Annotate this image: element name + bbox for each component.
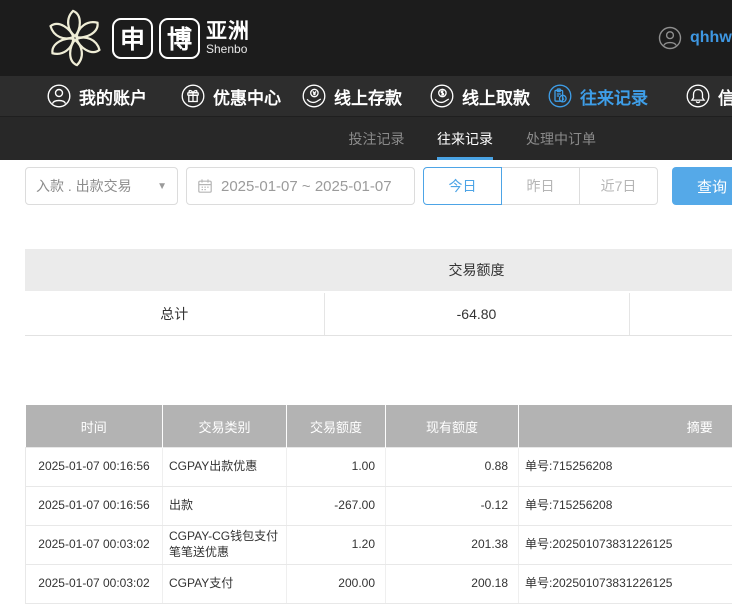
yesterday-button[interactable]: 昨日 bbox=[501, 167, 580, 205]
nav-label: 线上存款 bbox=[334, 84, 402, 109]
summary-header-empty bbox=[25, 249, 324, 292]
logo-subtitle: Shenbo bbox=[206, 43, 250, 56]
summary-table: 交易额度 总计 -64.80 bbox=[25, 249, 732, 336]
cell-type: CGPAY-CG钱包支付笔笔送优惠 bbox=[163, 526, 287, 565]
sub-tab-bar: 投注记录 往来记录 处理中订单 bbox=[0, 116, 732, 160]
logo-wordmark: 亚洲 Shenbo bbox=[206, 21, 250, 56]
logo[interactable]: 申 博 亚洲 Shenbo bbox=[44, 7, 250, 69]
table-row: 2025-01-07 00:03:02 CGPAY支付 200.00 200.1… bbox=[26, 565, 732, 604]
table-row: 2025-01-07 00:16:56 出款 -267.00 -0.12 单号:… bbox=[26, 487, 732, 526]
records-table: 时间 交易类别 交易额度 现有额度 摘要 2025-01-07 00:16:56… bbox=[25, 405, 732, 604]
nav-label: 线上取款 bbox=[462, 84, 530, 109]
cell-time: 2025-01-07 00:03:02 bbox=[26, 526, 163, 565]
logo-region-label: 亚洲 bbox=[206, 21, 250, 43]
active-tab-underline bbox=[437, 157, 493, 160]
cell-amount: -267.00 bbox=[287, 487, 386, 526]
cell-amount: 200.00 bbox=[287, 565, 386, 604]
tab-processing-orders[interactable]: 处理中订单 bbox=[525, 117, 597, 160]
cell-type: CGPAY支付 bbox=[163, 565, 287, 604]
chevron-down-icon: ▼ bbox=[157, 181, 167, 192]
summary-total-value: -64.80 bbox=[324, 292, 629, 336]
cell-summary: 单号:202501073831226125 bbox=[519, 565, 732, 604]
table-row: 2025-01-07 00:16:56 CGPAY出款优惠 1.00 0.88 … bbox=[26, 448, 732, 487]
nav-item-messages[interactable]: 信息 bbox=[686, 76, 732, 116]
logo-char-bo: 博 bbox=[159, 18, 200, 59]
tab-label: 往来记录 bbox=[437, 129, 493, 149]
search-button[interactable]: 查询 bbox=[672, 167, 732, 205]
user-avatar-icon bbox=[658, 26, 682, 50]
quick-range-button-group: 今日 昨日 近7日 bbox=[423, 167, 658, 205]
logo-flower-icon bbox=[44, 7, 106, 69]
nav-item-records[interactable]: 往来记录 bbox=[548, 76, 648, 116]
nav-item-withdraw[interactable]: 线上取款 bbox=[430, 76, 530, 116]
cell-balance: 201.38 bbox=[386, 526, 519, 565]
cell-type: CGPAY出款优惠 bbox=[163, 448, 287, 487]
main-nav: 我的账户 优惠中心 线上存款 bbox=[0, 76, 732, 116]
summary-header-amount: 交易额度 bbox=[324, 249, 629, 292]
col-time: 时间 bbox=[26, 405, 163, 448]
records-clipboard-icon bbox=[548, 84, 572, 108]
cell-time: 2025-01-07 00:03:02 bbox=[26, 565, 163, 604]
tab-betting-records[interactable]: 投注记录 bbox=[348, 117, 405, 160]
tab-transaction-records[interactable]: 往来记录 bbox=[437, 117, 493, 160]
nav-label: 往来记录 bbox=[580, 84, 648, 109]
logo-char-shen: 申 bbox=[112, 18, 153, 59]
last7days-button[interactable]: 近7日 bbox=[579, 167, 658, 205]
today-button[interactable]: 今日 bbox=[423, 167, 502, 205]
nav-label: 信息 bbox=[718, 84, 732, 109]
transaction-type-value: 入款 . 出款交易 bbox=[36, 176, 132, 196]
col-summary: 摘要 bbox=[519, 405, 732, 448]
transaction-records-page: 申 博 亚洲 Shenbo qhhw 我的账户 bbox=[0, 0, 732, 607]
bell-icon bbox=[686, 84, 710, 108]
transaction-type-select[interactable]: 入款 . 出款交易 ▼ bbox=[25, 167, 178, 205]
cell-type: 出款 bbox=[163, 487, 287, 526]
cell-time: 2025-01-07 00:16:56 bbox=[26, 487, 163, 526]
cell-summary: 单号:202501073831226125 bbox=[519, 526, 732, 565]
cell-balance: 0.88 bbox=[386, 448, 519, 487]
filter-row: 入款 . 出款交易 ▼ 2025-01-07 ~ 2025-01-07 今日 昨… bbox=[0, 167, 732, 205]
cell-time: 2025-01-07 00:16:56 bbox=[26, 448, 163, 487]
cell-summary: 单号:715256208 bbox=[519, 448, 732, 487]
date-range-value: 2025-01-07 ~ 2025-01-07 bbox=[221, 178, 392, 195]
tab-label: 处理中订单 bbox=[526, 129, 596, 149]
top-header: 申 博 亚洲 Shenbo qhhw bbox=[0, 0, 732, 76]
calendar-icon bbox=[197, 178, 213, 194]
table-row: 2025-01-07 00:03:02 CGPAY-CG钱包支付笔笔送优惠 1.… bbox=[26, 526, 732, 565]
withdraw-coin-icon bbox=[430, 84, 454, 108]
cell-amount: 1.20 bbox=[287, 526, 386, 565]
col-type: 交易类别 bbox=[163, 405, 287, 448]
nav-item-promotions[interactable]: 优惠中心 bbox=[181, 76, 281, 116]
nav-label: 我的账户 bbox=[79, 84, 147, 109]
nav-item-my-account[interactable]: 我的账户 bbox=[47, 76, 147, 116]
nav-item-deposit[interactable]: 线上存款 bbox=[302, 76, 402, 116]
user-account[interactable]: qhhw bbox=[658, 26, 732, 50]
cell-balance: 200.18 bbox=[386, 565, 519, 604]
nav-label: 优惠中心 bbox=[213, 84, 281, 109]
summary-total-row: 总计 -64.80 bbox=[25, 292, 732, 336]
cell-summary: 单号:715256208 bbox=[519, 487, 732, 526]
tab-label: 投注记录 bbox=[349, 129, 405, 149]
cell-balance: -0.12 bbox=[386, 487, 519, 526]
username: qhhw bbox=[690, 29, 732, 47]
summary-header-empty bbox=[629, 249, 732, 292]
summary-total-label: 总计 bbox=[25, 292, 324, 336]
summary-empty-cell bbox=[629, 292, 732, 336]
summary-header-row: 交易额度 bbox=[25, 249, 732, 292]
user-icon bbox=[47, 84, 71, 108]
deposit-coin-icon bbox=[302, 84, 326, 108]
date-range-input[interactable]: 2025-01-07 ~ 2025-01-07 bbox=[186, 167, 415, 205]
col-amount: 交易额度 bbox=[287, 405, 386, 448]
col-balance: 现有额度 bbox=[386, 405, 519, 448]
records-header-row: 时间 交易类别 交易额度 现有额度 摘要 bbox=[26, 405, 732, 448]
cell-amount: 1.00 bbox=[287, 448, 386, 487]
gift-icon bbox=[181, 84, 205, 108]
